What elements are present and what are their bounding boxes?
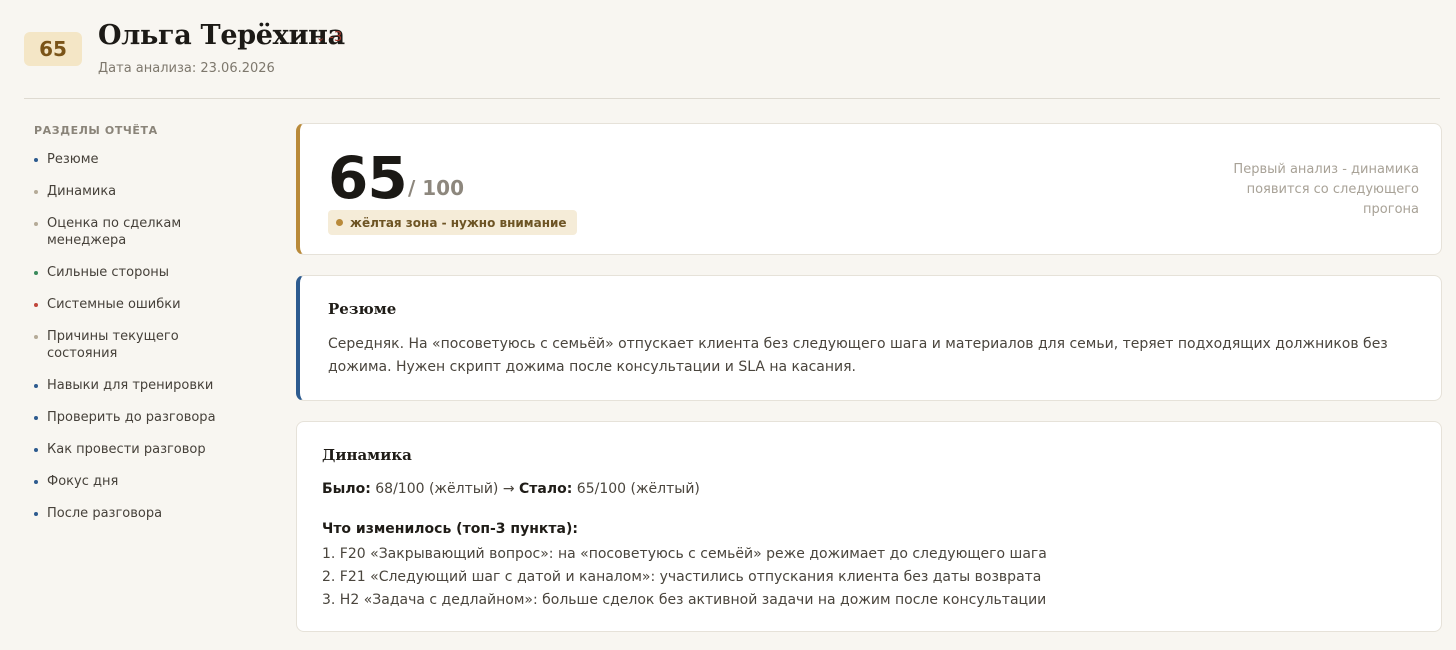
manager-name: Ольга Терёхина (98, 20, 345, 51)
sidebar-item-label: Фокус дня (47, 474, 119, 489)
zone-label: жёлтая зона - нужно внимание (350, 215, 567, 230)
sidebar-item[interactable]: Как провести разговор (34, 441, 224, 458)
sidebar-item-label: Резюме (47, 152, 99, 167)
bullet-dot-icon (34, 384, 38, 388)
now-value: 65/100 (жёлтый) (576, 481, 700, 497)
sidebar-item[interactable]: Сильные стороны (34, 264, 224, 281)
sidebar-item-label: Причины текущего состояния (47, 329, 179, 361)
report-header: 65 Ольга Терёхина ⌄ -3 Дата анализа: 23.… (24, 0, 1440, 99)
now-label: Стало: (519, 481, 573, 497)
analysis-date: Дата анализа: 23.06.2026 (98, 61, 275, 76)
sidebar-item[interactable]: Резюме (34, 151, 224, 168)
changes-list: 1. F20 «Закрывающий вопрос»: на «посовет… (322, 543, 1402, 612)
sidebar-item[interactable]: Оценка по сделкам менеджера (34, 215, 224, 249)
resume-card: Резюме Середняк. На «посоветуюсь с семьё… (296, 275, 1442, 401)
bullet-dot-icon (34, 480, 38, 484)
score-card: 65 / 100 жёлтая зона - нужно внимание Пе… (296, 123, 1442, 255)
dynamics-comparison: Было: 68/100 (жёлтый) → Стало: 65/100 (ж… (322, 481, 700, 497)
zone-badge: жёлтая зона - нужно внимание (328, 210, 577, 235)
sidebar-item-label: Оценка по сделкам менеджера (47, 216, 182, 248)
sidebar-item-label: Навыки для тренировки (47, 378, 214, 393)
list-item: 3. H2 «Задача с дедлайном»: больше сдело… (322, 592, 1047, 608)
sidebar-item-label: После разговора (47, 506, 163, 521)
changes-title: Что изменилось (топ-3 пункта): (322, 521, 578, 537)
sidebar-item[interactable]: Проверить до разговора (34, 409, 224, 426)
sidebar-item[interactable]: Системные ошибки (34, 296, 224, 313)
sidebar-title: РАЗДЕЛЫ ОТЧЁТА (34, 124, 158, 137)
sidebar-item[interactable]: Фокус дня (34, 473, 224, 490)
zone-dot-icon (336, 219, 343, 226)
score-max: / 100 (408, 176, 465, 200)
sidebar-item-label: Динамика (47, 184, 117, 199)
list-item: 2. F21 «Следующий шаг с датой и каналом»… (322, 569, 1042, 585)
dynamics-title: Динамика (322, 446, 412, 464)
sidebar-list: Резюме Динамика Оценка по сделкам менеджер… (34, 151, 264, 522)
bullet-dot-icon (34, 271, 38, 275)
chevron-down-icon: ⌄ (316, 31, 326, 44)
bullet-dot-icon (34, 416, 38, 420)
sidebar-item-label: Системные ошибки (47, 297, 181, 312)
sidebar-item-label: Как провести разговор (47, 442, 206, 457)
sidebar-item[interactable]: Динамика (34, 183, 224, 200)
was-label: Было: (322, 481, 371, 497)
was-value: 68/100 (жёлтый) (375, 481, 499, 497)
sidebar-item[interactable]: Навыки для тренировки (34, 377, 224, 394)
sidebar-item[interactable]: Причины текущего состояния (34, 328, 224, 362)
resume-title: Резюме (328, 300, 397, 318)
first-analysis-note: Первый анализ - динамика появится со сле… (1233, 162, 1419, 217)
bullet-dot-icon (34, 512, 38, 516)
bullet-dot-icon (34, 158, 38, 162)
bullet-dot-icon (34, 222, 38, 226)
sidebar-nav: РАЗДЕЛЫ ОТЧЁТА Резюме Динамика Оценка по с… (34, 124, 264, 537)
arrow-right-icon: → (502, 481, 515, 497)
list-item: 1. F20 «Закрывающий вопрос»: на «посовет… (322, 546, 1047, 562)
score-badge: 65 (24, 32, 82, 66)
big-score: 65 (328, 144, 408, 212)
sidebar-item-label: Проверить до разговора (47, 410, 216, 425)
score-delta-value: -3 (329, 30, 343, 45)
dynamics-card: Динамика Было: 68/100 (жёлтый) → Стало: … (296, 421, 1442, 632)
bullet-dot-icon (34, 303, 38, 307)
sidebar-item-label: Сильные стороны (47, 265, 170, 280)
resume-text: Середняк. На «посоветуюсь с семьёй» отпу… (328, 336, 1388, 375)
score-delta: ⌄ -3 (316, 30, 342, 45)
bullet-dot-icon (34, 335, 38, 339)
bullet-dot-icon (34, 190, 38, 194)
bullet-dot-icon (34, 448, 38, 452)
sidebar-item[interactable]: После разговора (34, 505, 224, 522)
